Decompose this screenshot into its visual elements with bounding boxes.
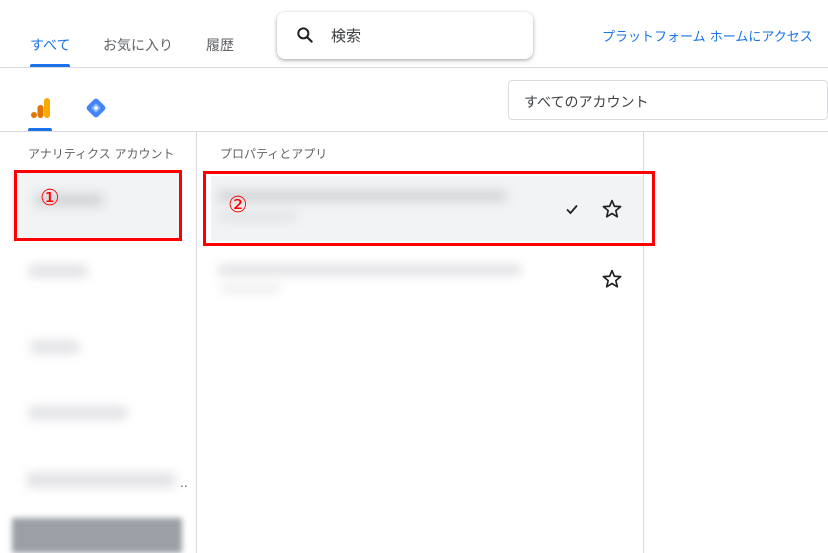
- search-box[interactable]: [277, 12, 533, 59]
- redacted-account-name: [28, 406, 128, 420]
- platform-home-link[interactable]: プラットフォーム ホームにアクセス: [602, 26, 813, 45]
- account-filter-select[interactable]: すべてのアカウント: [508, 80, 828, 120]
- redacted-account-name: [30, 340, 80, 354]
- redacted-account-name: [26, 472, 176, 488]
- redacted-property-name: [217, 264, 522, 276]
- account-item[interactable]: [12, 518, 182, 553]
- search-icon: [297, 27, 313, 43]
- column-divider-1: [196, 132, 197, 553]
- annotation-number-2: ②: [228, 193, 248, 218]
- analytics-icon[interactable]: [30, 97, 52, 119]
- tab-favorites[interactable]: お気に入り: [103, 35, 173, 55]
- redacted-account-name: [28, 264, 88, 278]
- toolbar-divider: [0, 131, 828, 132]
- annotation-number-1: ①: [40, 186, 60, 211]
- tab-history[interactable]: 履歴: [206, 35, 234, 55]
- redacted-property-id: [221, 284, 281, 293]
- tag-manager-icon[interactable]: [84, 96, 108, 120]
- header-divider: [0, 67, 828, 68]
- account-item[interactable]: [12, 248, 182, 308]
- properties-column-header: プロパティとアプリ: [220, 147, 328, 161]
- accounts-column-header: アナリティクス アカウント: [28, 147, 175, 161]
- account-item[interactable]: [12, 456, 182, 508]
- annotation-box-2: [203, 171, 655, 246]
- account-item[interactable]: [12, 318, 182, 378]
- search-input[interactable]: [331, 12, 521, 59]
- tab-all[interactable]: すべて: [30, 35, 70, 55]
- overflow-indicator: ..: [180, 476, 188, 490]
- property-row[interactable]: [211, 250, 643, 312]
- account-item[interactable]: [12, 388, 182, 448]
- favorite-star-icon[interactable]: [601, 268, 623, 290]
